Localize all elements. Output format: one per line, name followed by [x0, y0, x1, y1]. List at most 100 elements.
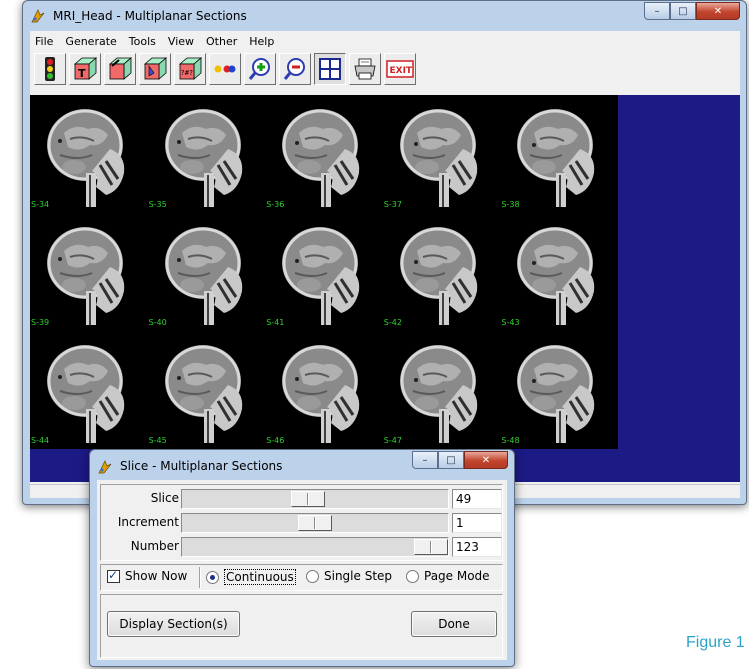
- main-titlebar[interactable]: MRI_Head - Multiplanar Sections – □ ✕: [23, 1, 746, 31]
- slice-label: S-41: [266, 318, 285, 327]
- exit-button[interactable]: EXIT: [384, 53, 416, 85]
- radio-dot[interactable]: [306, 569, 319, 583]
- coronal-cube-icon: [108, 57, 133, 80]
- menu-view[interactable]: View: [162, 33, 200, 51]
- sagittal-view-button[interactable]: [139, 53, 171, 85]
- main-window-title: MRI_Head - Multiplanar Sections: [53, 9, 247, 23]
- mri-slice-image: [282, 227, 360, 325]
- increment-slider[interactable]: [181, 513, 449, 533]
- menu-other[interactable]: Other: [200, 33, 243, 51]
- menu-tools[interactable]: Tools: [123, 33, 162, 51]
- mri-slice[interactable]: S-47: [383, 331, 501, 449]
- menu-generate[interactable]: Generate: [59, 33, 122, 51]
- slice-slider[interactable]: [181, 489, 449, 509]
- dialog-title: Slice - Multiplanar Sections: [120, 459, 283, 473]
- continuous-label: Continuous: [224, 569, 296, 585]
- checkbox-box[interactable]: [107, 568, 120, 583]
- single-step-label: Single Step: [324, 569, 393, 583]
- mri-slice[interactable]: S-45: [148, 331, 266, 449]
- transverse-view-button[interactable]: T: [69, 53, 101, 85]
- number-slider-row: Number 123: [101, 536, 504, 558]
- grid-layout-button[interactable]: [314, 53, 346, 85]
- slice-label: S-38: [501, 200, 520, 209]
- exit-icon-text: EXIT: [390, 66, 413, 76]
- slider-thumb[interactable]: [291, 491, 325, 507]
- mri-slice-image: [282, 109, 360, 207]
- slice-label: S-42: [383, 318, 402, 327]
- traffic-light-button[interactable]: [34, 53, 66, 85]
- minimize-button[interactable]: –: [412, 451, 438, 469]
- increment-value-field[interactable]: 1: [452, 513, 502, 533]
- slice-label: Slice: [150, 491, 179, 505]
- figure-caption: Figure 1: [686, 634, 745, 651]
- menu-help[interactable]: Help: [243, 33, 280, 51]
- image-viewport[interactable]: S-34 S-35 S-36 S-37 S-38 S-39 S-40 S-41 S-42 S-43…: [30, 95, 740, 482]
- zoom-out-button[interactable]: [279, 53, 311, 85]
- printer-icon: [354, 58, 376, 80]
- minimize-button[interactable]: –: [644, 2, 670, 20]
- slice-label: S-44: [31, 436, 50, 445]
- continuous-radio[interactable]: Continuous: [206, 569, 296, 585]
- menu-file[interactable]: File: [30, 33, 59, 51]
- dialog-titlebar[interactable]: Slice - Multiplanar Sections – □ ✕: [90, 450, 514, 480]
- options-divider: [199, 567, 200, 588]
- radio-dot[interactable]: [206, 570, 219, 584]
- slice-label: S-39: [31, 318, 50, 327]
- zoom-out-icon: [283, 58, 305, 80]
- mri-slice-image: [47, 227, 125, 325]
- app-icon: [31, 9, 45, 23]
- mri-slice[interactable]: S-41: [265, 213, 383, 331]
- mri-slice[interactable]: S-39: [30, 213, 148, 331]
- maximize-button[interactable]: □: [438, 451, 464, 469]
- slider-thumb[interactable]: [298, 515, 332, 531]
- dialog-caption-buttons: – □ ✕: [412, 451, 508, 469]
- slice-label: S-43: [501, 318, 520, 327]
- mri-slice[interactable]: S-34: [30, 95, 148, 213]
- menu-bar: File Generate Tools View Other Help: [30, 33, 280, 51]
- slice-label: S-36: [266, 200, 285, 209]
- mri-slice-image: [399, 345, 478, 443]
- slice-label: S-40: [148, 318, 167, 327]
- number-slider[interactable]: [181, 537, 449, 557]
- main-caption-buttons: – □ ✕: [644, 2, 740, 20]
- slider-thumb[interactable]: [414, 539, 448, 555]
- toolbar: T ?#? EXIT: [34, 53, 416, 87]
- dialog-client-area: Slice 49 Increment 1 Number 123 ✓ Show N…: [97, 480, 507, 660]
- mri-slice[interactable]: S-40: [148, 213, 266, 331]
- zoom-in-button[interactable]: [244, 53, 276, 85]
- display-sections-button[interactable]: Display Section(s): [107, 611, 240, 637]
- mri-slice-image: [517, 345, 595, 443]
- sagittal-cube-icon: [143, 57, 168, 80]
- done-button[interactable]: Done: [411, 611, 497, 637]
- mri-slice[interactable]: S-36: [265, 95, 383, 213]
- page-mode-radio[interactable]: Page Mode: [406, 569, 490, 583]
- slice-label: S-46: [266, 436, 285, 445]
- mri-slice[interactable]: S-37: [383, 95, 501, 213]
- slice-grid[interactable]: S-34 S-35 S-36 S-37 S-38 S-39 S-40 S-41 S-42 S-43…: [30, 95, 618, 449]
- slice-label: S-47: [383, 436, 402, 445]
- close-button[interactable]: ✕: [464, 451, 508, 469]
- maximize-button[interactable]: □: [670, 2, 696, 20]
- single-step-radio[interactable]: Single Step: [306, 569, 392, 583]
- number-value-field[interactable]: 123: [452, 537, 502, 557]
- mri-slice[interactable]: S-44: [30, 331, 148, 449]
- main-client-area: File Generate Tools View Other Help T ?#…: [30, 31, 740, 498]
- print-button[interactable]: [349, 53, 381, 85]
- close-button[interactable]: ✕: [696, 2, 740, 20]
- slice-dialog: Slice - Multiplanar Sections – □ ✕ Slice…: [89, 449, 515, 667]
- mri-slice[interactable]: S-48: [500, 331, 618, 449]
- mri-slice[interactable]: S-43: [500, 213, 618, 331]
- mri-slice[interactable]: S-42: [383, 213, 501, 331]
- numbered-view-button[interactable]: ?#?: [174, 53, 206, 85]
- page-mode-label: Page Mode: [424, 569, 490, 583]
- mri-slice[interactable]: S-38: [500, 95, 618, 213]
- mri-slice[interactable]: S-46: [265, 331, 383, 449]
- options-panel: Show Now Continuous Single Step Page Mod…: [100, 564, 503, 591]
- colors-button[interactable]: [209, 53, 241, 85]
- coronal-view-button[interactable]: [104, 53, 136, 85]
- show-now-checkbox[interactable]: Show Now: [107, 568, 187, 583]
- mri-slice[interactable]: S-35: [148, 95, 266, 213]
- slice-value-field[interactable]: 49: [452, 489, 502, 509]
- traffic-light-icon: [45, 57, 55, 81]
- radio-dot[interactable]: [406, 569, 419, 583]
